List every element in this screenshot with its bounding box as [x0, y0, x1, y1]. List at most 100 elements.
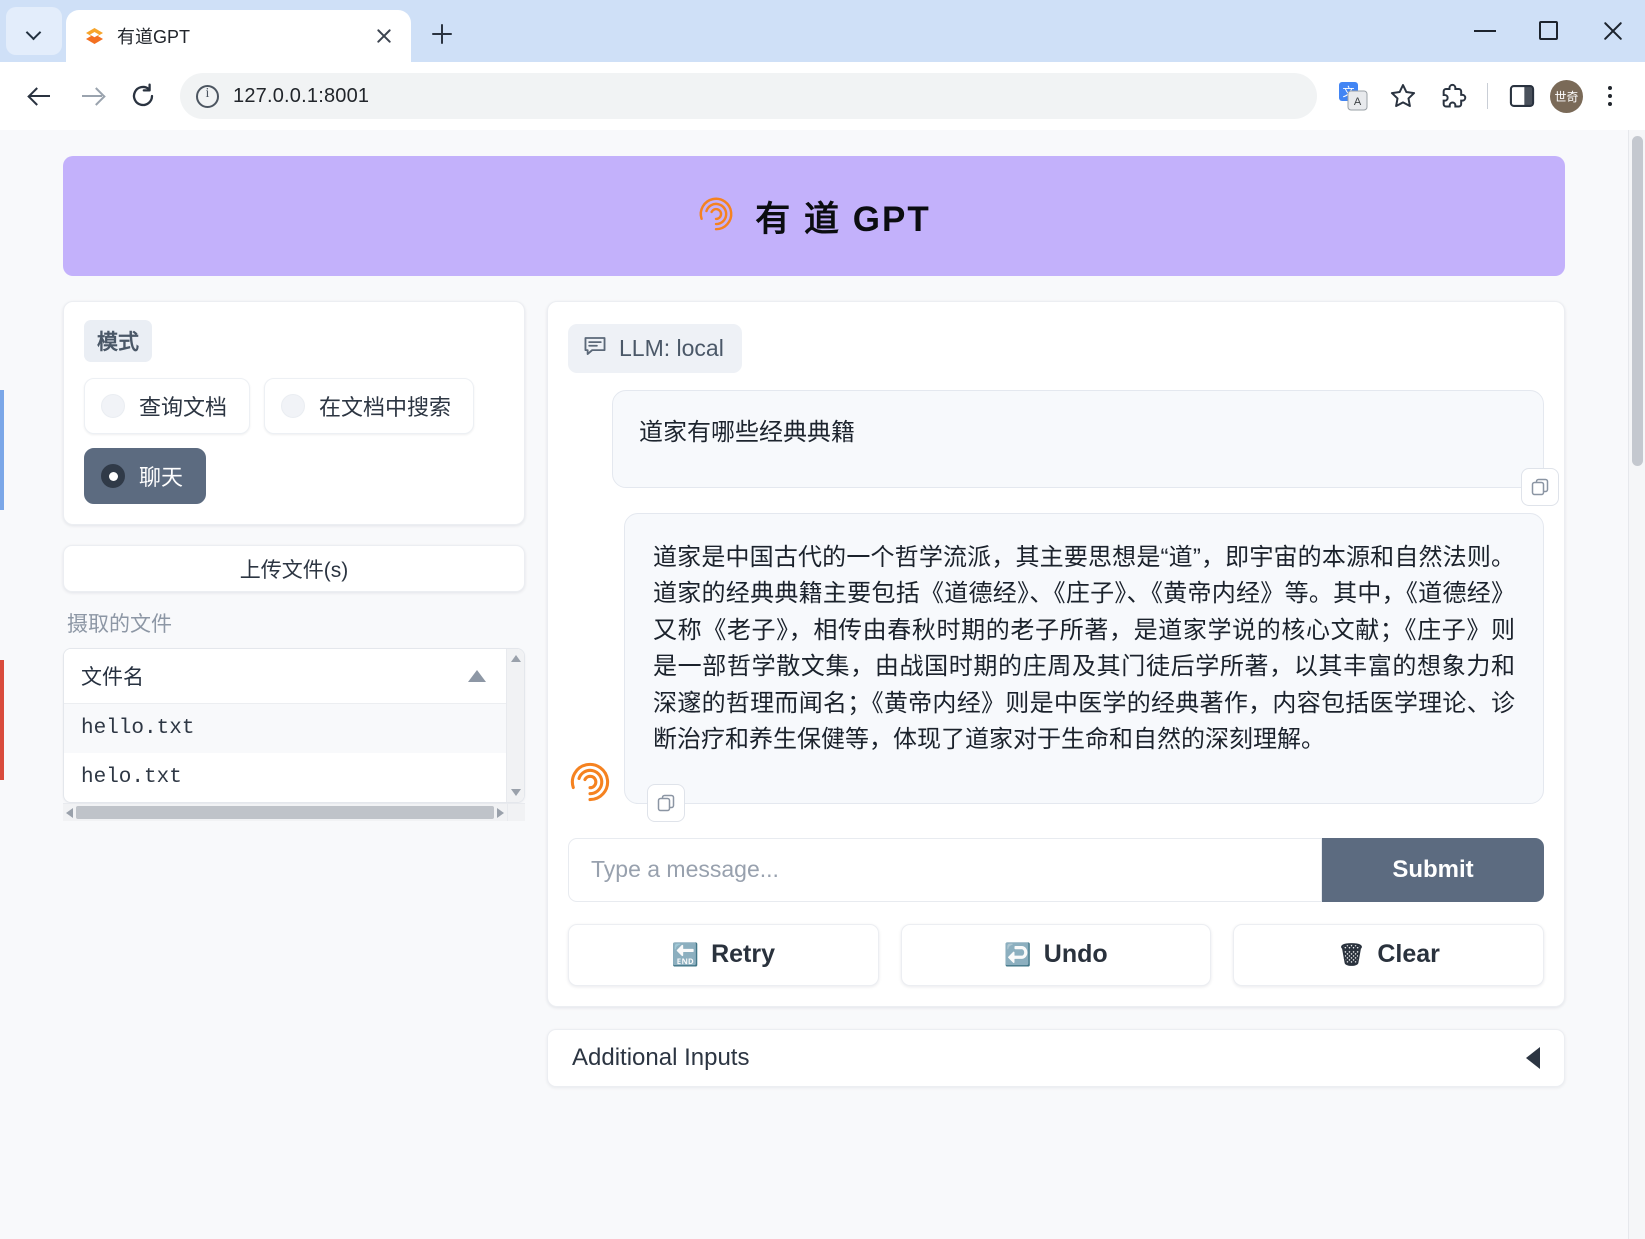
side-panel-icon[interactable]: [1500, 74, 1544, 118]
submit-button[interactable]: Submit: [1322, 837, 1544, 902]
minimize-icon[interactable]: [1453, 0, 1517, 62]
page-title: 有 道 GPT: [755, 199, 931, 239]
mode-option-label: 在文档中搜索: [319, 395, 452, 420]
message-input[interactable]: [568, 837, 1322, 902]
undo-label: Undo: [1043, 940, 1108, 969]
retry-icon: 🔚: [671, 941, 700, 967]
user-message-text: 道家有哪些经典典籍: [639, 419, 855, 446]
window-controls: [1453, 0, 1645, 62]
mode-option-search-docs[interactable]: 在文档中搜索: [264, 378, 475, 434]
orange-spiral-logo-icon: [697, 195, 735, 238]
bookmark-star-icon[interactable]: [1381, 74, 1425, 118]
chat-message-list: 道家有哪些经典典籍 道家是中国古代的一个哲学流派，其主要思想是“道”，即宇宙的本…: [568, 390, 1559, 822]
arrow-right-icon[interactable]: [68, 73, 114, 119]
additional-inputs-accordion[interactable]: Additional Inputs: [547, 1028, 1565, 1087]
assistant-message-text: 道家是中国古代的一个哲学流派，其主要思想是“道”，即宇宙的本源和自然法则。道家的…: [653, 544, 1515, 754]
scroll-down-arrow-icon[interactable]: [511, 789, 521, 796]
copy-icon[interactable]: [1521, 468, 1559, 506]
scroll-up-arrow-icon[interactable]: [511, 655, 521, 662]
trash-icon: 🗑: [1337, 941, 1366, 967]
undo-button[interactable]: ↩️ Undo: [900, 923, 1212, 986]
cell-filename: hello.txt: [81, 717, 195, 740]
table-header-row[interactable]: 文件名: [64, 649, 506, 704]
chat-actions-row: 🔚 Retry ↩️ Undo 🗑 Clear: [568, 923, 1545, 986]
table-vertical-scrollbar[interactable]: [506, 649, 524, 802]
scrollbar-thumb[interactable]: [1632, 136, 1643, 466]
page-edge-marker-red: [0, 660, 4, 780]
scroll-right-arrow-icon[interactable]: [497, 807, 504, 818]
chat-bubble-icon: [582, 333, 608, 364]
chevron-down-icon: [27, 24, 42, 39]
close-icon[interactable]: [371, 23, 397, 49]
table-horizontal-scrollbar[interactable]: [63, 803, 507, 821]
mode-selector-card: 模式 查询文档 在文档中搜索 聊天: [63, 301, 525, 525]
llm-status-text: LLM: local: [619, 335, 724, 361]
app-header-banner: 有 道 GPT: [63, 156, 1565, 276]
mode-option-chat[interactable]: 聊天: [84, 448, 207, 504]
profile-avatar[interactable]: 世奇: [1550, 79, 1583, 113]
ingested-files-label: 摄取的文件: [67, 613, 172, 636]
clear-button[interactable]: 🗑 Clear: [1233, 923, 1545, 986]
radio-unselected-icon: [101, 394, 125, 418]
page-viewport: 有 道 GPT 模式 查询文档 在文档中搜索 聊天 上传文件(s) 摄取的文件 …: [0, 130, 1645, 1239]
app-page: 有 道 GPT 模式 查询文档 在文档中搜索 聊天 上传文件(s) 摄取的文件 …: [0, 130, 1628, 1239]
ingested-files-table-container: 文件名 hello.txt helo.txt: [63, 648, 525, 821]
caret-left-icon[interactable]: [1526, 1046, 1540, 1069]
tab-search-button[interactable]: [6, 7, 62, 55]
retry-label: Retry: [711, 940, 775, 969]
scrollbar-thumb[interactable]: [76, 806, 494, 819]
browser-toolbar: 127.0.0.1:8001 文 A: [0, 62, 1645, 130]
mode-radio-group-row2: 聊天: [84, 448, 504, 504]
table-horizontal-scrollbar-row: [63, 803, 525, 821]
maximize-icon[interactable]: [1517, 0, 1581, 62]
tab-strip: 有道GPT: [0, 0, 1645, 62]
page-scrollbar[interactable]: [1628, 130, 1645, 1239]
main-columns: 模式 查询文档 在文档中搜索 聊天 上传文件(s) 摄取的文件 文件名 hell…: [0, 276, 1628, 1007]
message-input-row: Submit: [568, 837, 1544, 902]
chat-message-assistant-row: 道家是中国古代的一个哲学流派，其主要思想是“道”，即宇宙的本源和自然法则。道家的…: [568, 513, 1544, 822]
browser-tab[interactable]: 有道GPT: [66, 10, 411, 62]
new-tab-button[interactable]: [419, 11, 465, 57]
scroll-left-arrow-icon[interactable]: [66, 807, 73, 818]
radio-selected-icon: [101, 464, 125, 488]
sort-ascending-caret-icon[interactable]: [468, 670, 486, 682]
window-close-icon[interactable]: [1581, 0, 1645, 62]
chat-message-assistant: 道家是中国古代的一个哲学流派，其主要思想是“道”，即宇宙的本源和自然法则。道家的…: [624, 513, 1544, 822]
chat-card: LLM: local 道家有哪些经典典籍 道家是中国古代的一个哲学流派，其主要思…: [547, 301, 1565, 1007]
info-circle-icon[interactable]: [196, 84, 219, 108]
mode-option-label: 查询文档: [139, 395, 228, 420]
upload-files-button[interactable]: 上传文件(s): [63, 545, 525, 592]
reload-icon[interactable]: [120, 73, 166, 119]
address-bar[interactable]: 127.0.0.1:8001: [180, 73, 1317, 119]
page-edge-marker-blue: [0, 390, 4, 510]
undo-icon: ↩️: [1004, 941, 1032, 967]
scrollbar-corner: [507, 803, 525, 821]
radio-unselected-icon: [281, 394, 306, 418]
translate-icon[interactable]: 文 A: [1331, 74, 1375, 118]
column-header-filename: 文件名: [81, 666, 144, 689]
arrow-left-icon[interactable]: [16, 73, 62, 119]
table-row[interactable]: helo.txt: [64, 753, 506, 802]
toolbar-divider: [1487, 83, 1488, 109]
copy-icon[interactable]: [647, 783, 685, 822]
sidebar: 模式 查询文档 在文档中搜索 聊天 上传文件(s) 摄取的文件 文件名 hell…: [63, 301, 525, 821]
mode-option-query-docs[interactable]: 查询文档: [84, 378, 251, 434]
url-text: 127.0.0.1:8001: [233, 84, 370, 107]
retry-button[interactable]: 🔚 Retry: [568, 923, 879, 986]
youdao-logo-icon: [84, 26, 105, 47]
kebab-menu-icon[interactable]: [1589, 74, 1629, 118]
orange-spiral-avatar-icon: [568, 754, 612, 804]
chat-panel: LLM: local 道家有哪些经典典籍 道家是中国古代的一个哲学流派，其主要思…: [547, 301, 1565, 1007]
additional-inputs-label: Additional Inputs: [572, 1043, 750, 1071]
chat-message-user: 道家有哪些经典典籍: [612, 390, 1559, 506]
svg-text:A: A: [1354, 96, 1362, 108]
cell-filename: helo.txt: [81, 766, 182, 789]
table-row[interactable]: hello.txt: [64, 704, 506, 753]
mode-radio-group: 查询文档 在文档中搜索: [84, 378, 504, 434]
upload-files-label: 上传文件(s): [239, 558, 349, 582]
browser-window: 有道GPT 127.0.0.1:8001 文: [0, 0, 1645, 1239]
tab-title: 有道GPT: [117, 27, 191, 47]
extensions-puzzle-icon[interactable]: [1431, 74, 1475, 118]
llm-status-badge: LLM: local: [568, 324, 742, 373]
ingested-files-table: 文件名 hello.txt helo.txt: [63, 648, 525, 803]
